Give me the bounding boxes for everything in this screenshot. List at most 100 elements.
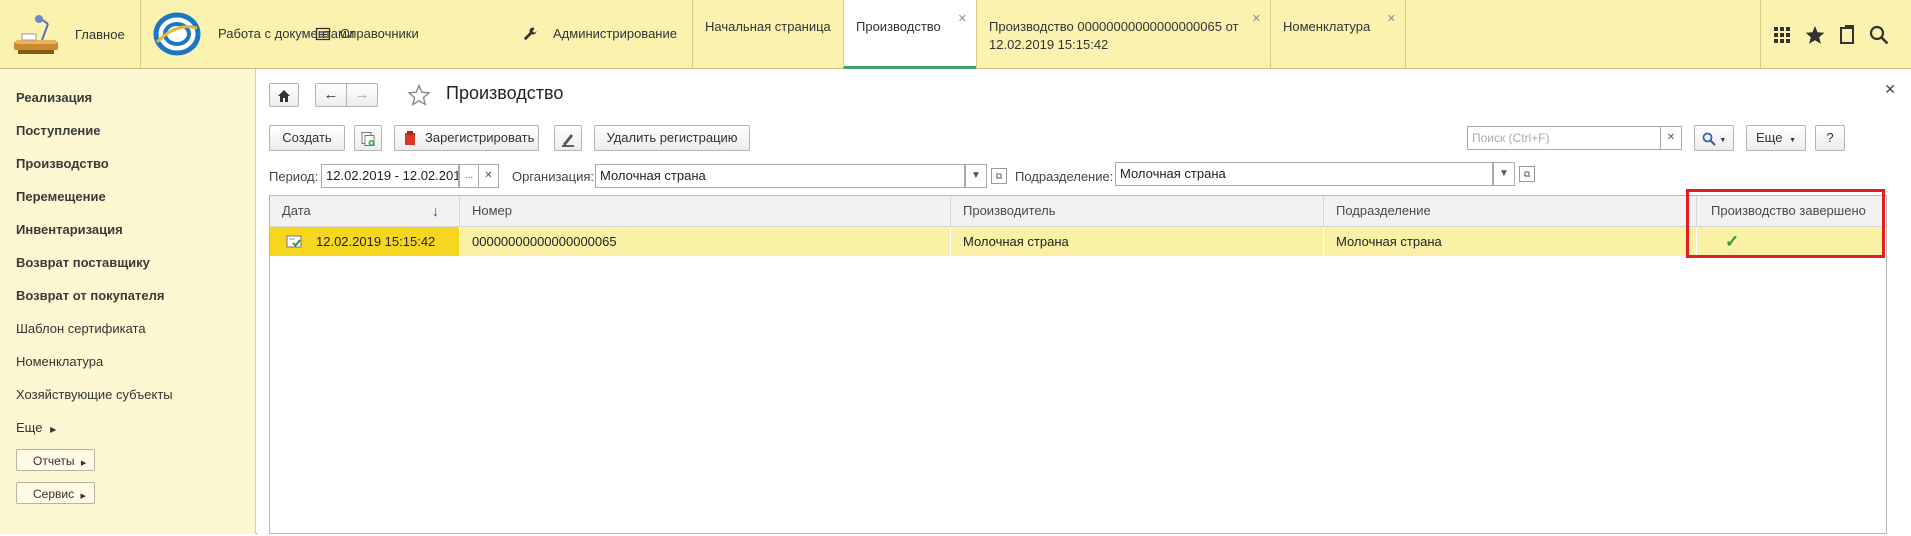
period-field[interactable]: 12.02.2019 - 12.02.2019 xyxy=(321,164,459,188)
tab-label: Производство 00000000000000000065 от 12.… xyxy=(989,19,1239,52)
division-label: Подразделение: xyxy=(1015,169,1114,184)
more-button[interactable]: Еще ▼ xyxy=(1746,125,1806,151)
apps-grid-icon[interactable] xyxy=(1771,24,1793,46)
sidebar-item-production[interactable]: Производство xyxy=(16,156,109,171)
cell-date-value: 12.02.2019 15:15:42 xyxy=(316,234,436,249)
close-icon[interactable]: ✕ xyxy=(1252,10,1261,28)
sidebar-item-transfer[interactable]: Перемещение xyxy=(16,189,106,204)
home-label: Главное xyxy=(75,27,125,42)
organization-field[interactable]: Молочная страна xyxy=(595,164,965,188)
home-desk-icon xyxy=(14,15,58,54)
sidebar-item-return-from-customer[interactable]: Возврат от покупателя xyxy=(16,288,164,303)
main-area: ← → Производство ✕ Создать Зарегистриров… xyxy=(257,69,1909,534)
chevron-down-icon: ▼ xyxy=(1719,137,1727,144)
sidebar-more-label: Еще xyxy=(16,420,43,435)
list-icon xyxy=(315,27,331,41)
sidebar-item-return-to-supplier[interactable]: Возврат поставщику xyxy=(16,255,150,270)
caret-right-icon: ▶ xyxy=(50,425,57,434)
tab-label: Начальная страница xyxy=(705,19,831,34)
period-select-button[interactable]: ... xyxy=(459,164,479,188)
cell-producer[interactable]: Молочная страна xyxy=(951,227,1324,256)
tab-production[interactable]: Производство ✕ xyxy=(843,0,976,69)
search-icon[interactable] xyxy=(1868,24,1890,46)
search-input[interactable]: Поиск (Ctrl+F) xyxy=(1467,126,1661,150)
caret-right-icon: ▶ xyxy=(80,460,87,467)
pencil-strike-icon xyxy=(562,133,574,147)
more-label: Еще xyxy=(1755,130,1783,145)
sidebar-item-receipts[interactable]: Поступление xyxy=(16,123,101,138)
sort-desc-icon: ↓ xyxy=(432,203,439,219)
open-division-icon[interactable]: ⧉ xyxy=(1519,166,1535,182)
top-bar: Главное Работа с документами Справочники… xyxy=(0,0,1911,69)
cell-division[interactable]: Молочная страна xyxy=(1324,227,1697,256)
column-date-label: Дата xyxy=(282,203,311,218)
back-button[interactable]: ← xyxy=(315,83,347,107)
history-icon[interactable] xyxy=(1836,24,1858,46)
tab-label: Номенклатура xyxy=(1283,19,1371,34)
organization-dropdown-icon[interactable]: ▼ xyxy=(965,164,987,188)
tab-home-page[interactable]: Начальная страница xyxy=(692,0,843,68)
service-button[interactable]: Сервис ▶ xyxy=(16,482,95,504)
clear-search-icon[interactable]: ✕ xyxy=(1661,126,1682,150)
copy-button[interactable] xyxy=(354,125,382,151)
table-row[interactable]: 12.02.2019 15:15:42 00000000000000000065… xyxy=(270,227,1886,256)
documents-table[interactable]: Дата ↓ Номер Производитель Подразделение… xyxy=(269,195,1887,534)
close-icon[interactable]: ✕ xyxy=(1387,10,1396,28)
column-number[interactable]: Номер xyxy=(460,196,951,226)
register-icon xyxy=(405,131,415,145)
sidebar-item-inventory[interactable]: Инвентаризация xyxy=(16,222,123,237)
delete-registration-button[interactable]: Удалить регистрацию xyxy=(594,125,750,151)
sidebar-item-certificate-template[interactable]: Шаблон сертификата xyxy=(16,321,146,336)
unpost-button[interactable] xyxy=(554,125,582,151)
close-icon[interactable]: ✕ xyxy=(958,10,967,28)
reports-button[interactable]: Отчеты ▶ xyxy=(16,449,96,471)
search-button[interactable]: ▼ xyxy=(1694,125,1734,151)
section-administration[interactable]: Администрирование xyxy=(553,26,677,41)
page-title: Производство xyxy=(446,83,564,103)
home-button[interactable] xyxy=(269,83,299,107)
register-button[interactable]: Зарегистрировать xyxy=(394,125,539,151)
create-button[interactable]: Создать xyxy=(269,125,345,151)
arrow-right-icon: → xyxy=(354,86,370,103)
sidebar-item-nomenclature[interactable]: Номенклатура xyxy=(16,354,103,369)
sidebar-more[interactable]: Еще ▶ xyxy=(16,420,56,435)
tab-nomenclature[interactable]: Номенклатура ✕ xyxy=(1270,0,1406,68)
tab-label: Производство xyxy=(856,19,941,34)
tab-production-document[interactable]: Производство 00000000000000000065 от 12.… xyxy=(976,0,1270,68)
sidebar-item-business-entities[interactable]: Хозяйствующие субъекты xyxy=(16,387,173,402)
home-icon xyxy=(278,89,290,102)
close-form-icon[interactable]: ✕ xyxy=(1884,81,1896,98)
forward-button[interactable]: → xyxy=(346,83,378,107)
column-date[interactable]: Дата ↓ xyxy=(270,196,460,226)
clear-period-icon[interactable]: ✕ xyxy=(479,164,499,188)
cell-number[interactable]: 00000000000000000065 xyxy=(460,227,951,256)
search-icon xyxy=(1702,132,1716,146)
star-icon[interactable] xyxy=(1804,24,1826,46)
column-division[interactable]: Подразделение xyxy=(1324,196,1697,226)
highlight-frame xyxy=(1686,189,1885,258)
period-label: Период: xyxy=(269,169,319,184)
copy-document-icon xyxy=(361,131,375,146)
sidebar-item-sales[interactable]: Реализация xyxy=(16,90,92,105)
column-producer[interactable]: Производитель xyxy=(951,196,1324,226)
home-section[interactable]: Главное xyxy=(0,0,141,68)
caret-right-icon: ▶ xyxy=(80,493,86,500)
division-dropdown-icon[interactable]: ▼ xyxy=(1493,162,1515,186)
division-field[interactable]: Молочная страна xyxy=(1115,162,1493,186)
wrench-icon xyxy=(523,27,537,41)
section-catalogs[interactable]: Справочники xyxy=(340,26,419,41)
help-button[interactable]: ? xyxy=(1815,125,1845,151)
chevron-down-icon: ▼ xyxy=(1789,137,1796,144)
table-header: Дата ↓ Номер Производитель Подразделение… xyxy=(270,196,1886,227)
sidebar: Реализация Поступление Производство Пере… xyxy=(0,69,256,534)
section-documents[interactable]: Работа с документами xyxy=(218,26,354,41)
toolbar-right xyxy=(1760,0,1911,68)
register-label: Зарегистрировать xyxy=(425,130,535,145)
favorite-star-icon[interactable] xyxy=(407,84,431,106)
open-organization-icon[interactable]: ⧉ xyxy=(991,168,1007,184)
cell-date[interactable]: 12.02.2019 15:15:42 xyxy=(270,227,460,256)
1c-logo-icon xyxy=(153,12,201,56)
reports-label: Отчеты xyxy=(33,454,75,468)
arrow-left-icon: ← xyxy=(323,86,339,103)
posted-document-icon xyxy=(286,235,302,248)
